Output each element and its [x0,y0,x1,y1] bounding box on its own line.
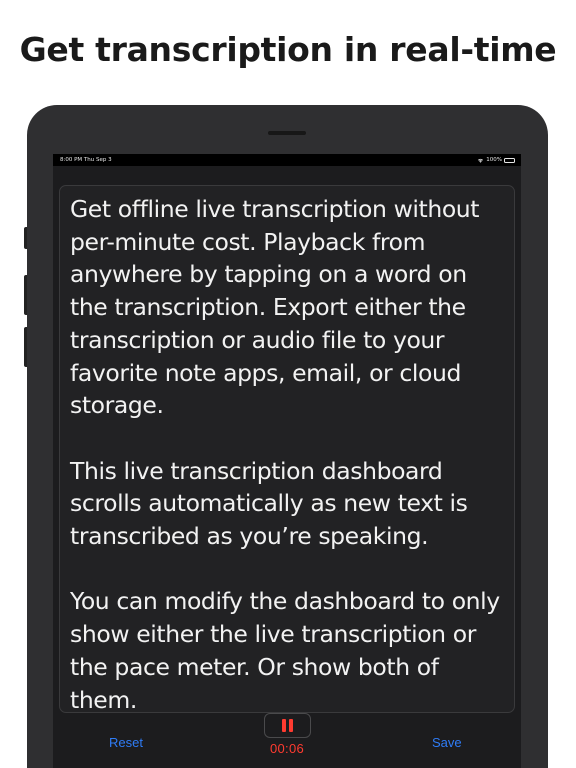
status-bar: 8:00 PM Thu Sep 3 100% [53,154,521,166]
save-button[interactable]: Save [432,735,462,750]
side-button [24,227,27,249]
status-indicators: 100% [477,154,515,166]
reset-button[interactable]: Reset [109,735,143,750]
transcription-paragraph[interactable]: This live transcription dashboard scroll… [70,455,504,553]
volume-up-button [24,275,27,315]
transcription-paragraph[interactable]: You can modify the dashboard to only sho… [70,585,504,712]
status-time: 8:00 PM Thu Sep 3 [60,157,112,163]
headline: Get transcription in real-time [19,30,557,69]
camera-slot [268,131,306,135]
wifi-icon [477,158,484,163]
transcription-text-area[interactable]: Get offline live transcription without p… [59,185,515,713]
battery-percent: 100% [486,157,502,163]
app-screen: 8:00 PM Thu Sep 3 100% Get offline live … [53,154,521,768]
volume-down-button [24,327,27,367]
recording-controls: Reset 00:06 Save [53,713,521,768]
recording-timer: 00:06 [269,741,305,756]
battery-icon [504,157,515,163]
transcription-paragraph[interactable]: Get offline live transcription without p… [70,193,504,422]
pause-button[interactable] [264,713,311,738]
pause-icon [282,719,293,732]
tablet-device-frame: 8:00 PM Thu Sep 3 100% Get offline live … [24,105,548,768]
